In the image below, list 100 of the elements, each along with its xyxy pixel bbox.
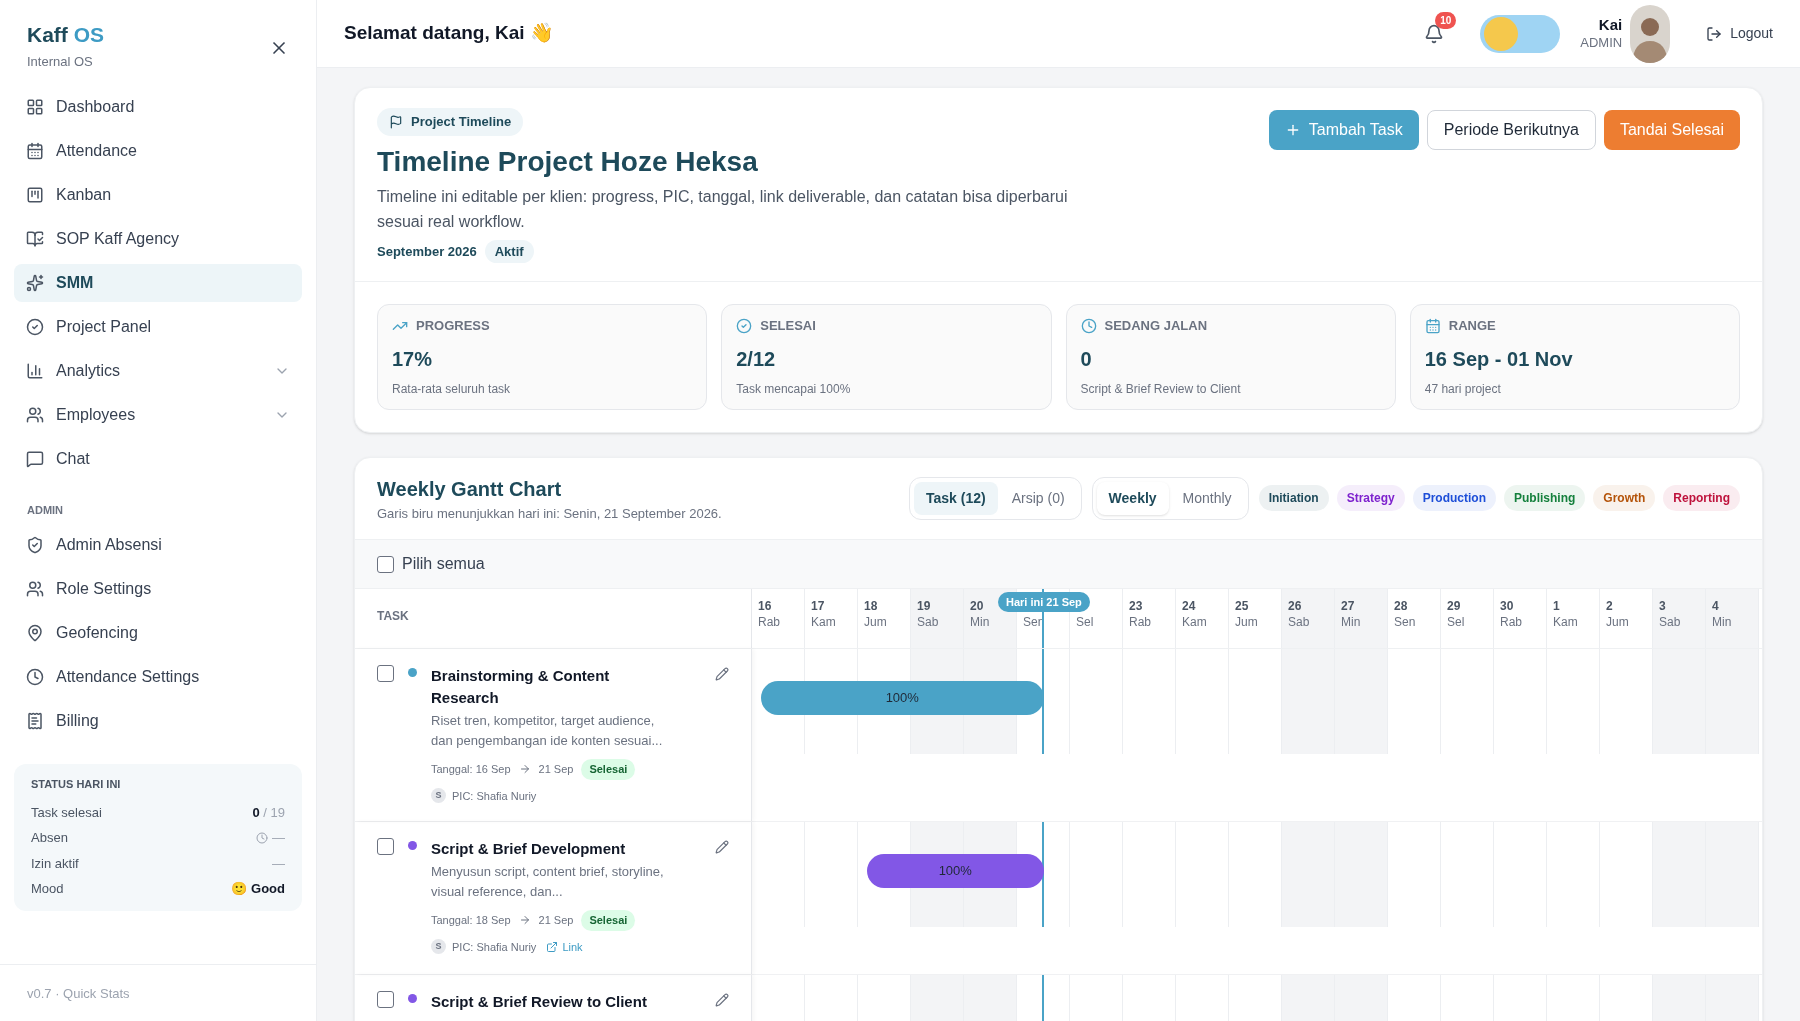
stat-value: 17% xyxy=(392,346,434,372)
grid-icon xyxy=(26,97,44,116)
arrow-right-icon xyxy=(518,914,531,927)
day-name: Sab xyxy=(1659,614,1682,630)
status-label: Absen xyxy=(31,829,68,848)
day-name: Sen xyxy=(1394,614,1417,630)
checkbox[interactable] xyxy=(377,665,394,682)
status-badge: Aktif xyxy=(484,239,534,263)
sidebar-item[interactable]: Dashboard xyxy=(14,87,302,126)
receipt-icon xyxy=(26,712,44,731)
brand-suffix: OS xyxy=(73,23,105,46)
day-name: Sel xyxy=(1447,614,1466,630)
location-pin-icon xyxy=(26,624,44,643)
stat-note: Rata-rata seluruh task xyxy=(392,380,512,398)
day-name: Min xyxy=(1341,614,1362,630)
edit-icon[interactable] xyxy=(715,840,729,854)
book-icon xyxy=(26,229,44,248)
tab[interactable]: Arsip (0) xyxy=(999,481,1077,515)
day-name: Min xyxy=(1712,614,1733,630)
stat-label: SEDANG JALAN xyxy=(1104,317,1208,335)
task-bar[interactable]: 100% xyxy=(761,681,1044,715)
calendar-icon xyxy=(26,141,44,160)
sidebar-item[interactable]: SOP Kaff Agency xyxy=(14,219,302,258)
edit-icon[interactable] xyxy=(715,667,729,681)
user-role: ADMIN xyxy=(1580,34,1623,51)
select-all-label: Pilih semua xyxy=(402,554,485,574)
notification-bell-icon[interactable] xyxy=(1424,23,1445,44)
notification-badge: 10 xyxy=(1435,11,1457,29)
status-badge: Selesai xyxy=(581,759,636,780)
day-number: 28 xyxy=(1394,598,1409,614)
day-number: 24 xyxy=(1182,598,1197,614)
pic-avatar: S xyxy=(431,939,446,955)
status-value: 🙂 Good xyxy=(231,880,285,899)
brand-subtitle: Internal OS xyxy=(27,53,94,72)
sidebar-item[interactable]: Geofencing xyxy=(14,614,302,653)
section-heading: ADMIN xyxy=(26,502,65,518)
day-number: 26 xyxy=(1288,598,1303,614)
sidebar-item[interactable]: SMM xyxy=(14,263,302,302)
status-value: 0 / 19 xyxy=(252,803,285,822)
day-number: 23 xyxy=(1129,598,1144,614)
status-value: — xyxy=(272,829,285,848)
sidebar-item[interactable]: Role Settings xyxy=(14,570,302,609)
logout-button[interactable]: Logout xyxy=(1706,23,1773,44)
tab[interactable]: Monthly xyxy=(1170,481,1244,515)
sidebar-item[interactable]: Kanban xyxy=(14,175,302,214)
pic-name: PIC: Shafia Nuriy xyxy=(452,939,537,955)
tab[interactable]: Weekly xyxy=(1096,481,1169,515)
status-badge: Selesai xyxy=(581,910,636,931)
sparkles-icon xyxy=(26,273,44,292)
checkbox[interactable] xyxy=(377,838,394,855)
sidebar-item[interactable]: Billing xyxy=(14,702,302,741)
gantt-subtitle: Garis biru menunjukkan hari ini: Senin, 21 September 2026. xyxy=(377,504,723,523)
edit-icon[interactable] xyxy=(715,993,729,1007)
phase-tag: Initiation xyxy=(1258,485,1329,512)
status-title: STATUS HARI INI xyxy=(31,777,122,793)
phase-tag: Production xyxy=(1412,485,1496,512)
phase-tag: Strategy xyxy=(1336,485,1405,512)
sidebar-item[interactable]: Admin Absensi xyxy=(14,526,302,565)
day-number: 30 xyxy=(1500,598,1515,614)
theme-toggle[interactable] xyxy=(1480,14,1561,53)
action-button[interactable]: Periode Berikutnya xyxy=(1426,110,1596,150)
logout-icon xyxy=(1706,25,1723,42)
tab[interactable]: Task (12) xyxy=(914,481,998,515)
checkbox[interactable] xyxy=(377,991,394,1008)
day-name: Sab xyxy=(917,614,940,630)
task-title: Script & Brief Review to Client xyxy=(431,992,648,1012)
day-name: Jum xyxy=(1606,614,1630,630)
day-number: 19 xyxy=(917,598,932,614)
chat-icon xyxy=(26,449,44,468)
day-number: 3 xyxy=(1659,598,1667,614)
task-start-date: Tanggal: 18 Sep xyxy=(431,913,511,928)
check-circle-icon xyxy=(736,317,753,334)
column-header: TASK xyxy=(377,609,409,623)
brand-name: Kaff xyxy=(27,23,68,46)
day-number: 16 xyxy=(758,598,773,614)
project-title: Timeline Project Hoze Heksa xyxy=(377,144,758,179)
stat-value: 2/12 xyxy=(736,346,777,372)
user-name: Kai xyxy=(1598,16,1623,35)
day-number: 17 xyxy=(811,598,826,614)
day-name: Rab xyxy=(1500,614,1523,630)
project-description: Timeline ini editable per klien: progress, PIC, tanggal, link deliverable, dan catatan bisa diperbarui sesuai real workflow. xyxy=(377,186,1069,232)
phase-tag: Publishing xyxy=(1504,485,1586,512)
sidebar-item[interactable]: Attendance Settings xyxy=(14,658,302,697)
clock-icon xyxy=(26,668,44,687)
avatar[interactable] xyxy=(1630,4,1671,63)
sidebar-item[interactable]: Employees xyxy=(14,395,302,434)
sidebar-item[interactable]: Project Panel xyxy=(14,307,302,346)
sidebar-item[interactable]: Chat xyxy=(14,439,302,478)
phase-tag: Growth xyxy=(1593,485,1656,512)
stat-label: SELESAI xyxy=(760,317,816,335)
task-end-date: 21 Sep xyxy=(538,762,574,777)
flag-icon xyxy=(389,114,403,129)
day-name: Min xyxy=(970,614,991,630)
sidebar-item[interactable]: Analytics xyxy=(14,351,302,390)
stat-label: RANGE xyxy=(1448,317,1496,335)
day-name: Kam xyxy=(1553,614,1579,630)
sidebar-item[interactable]: Attendance xyxy=(14,131,302,170)
stat-label: PROGRESS xyxy=(416,317,490,335)
checkbox[interactable] xyxy=(377,555,394,573)
pic-name: PIC: Shafia Nuriy xyxy=(452,788,537,804)
